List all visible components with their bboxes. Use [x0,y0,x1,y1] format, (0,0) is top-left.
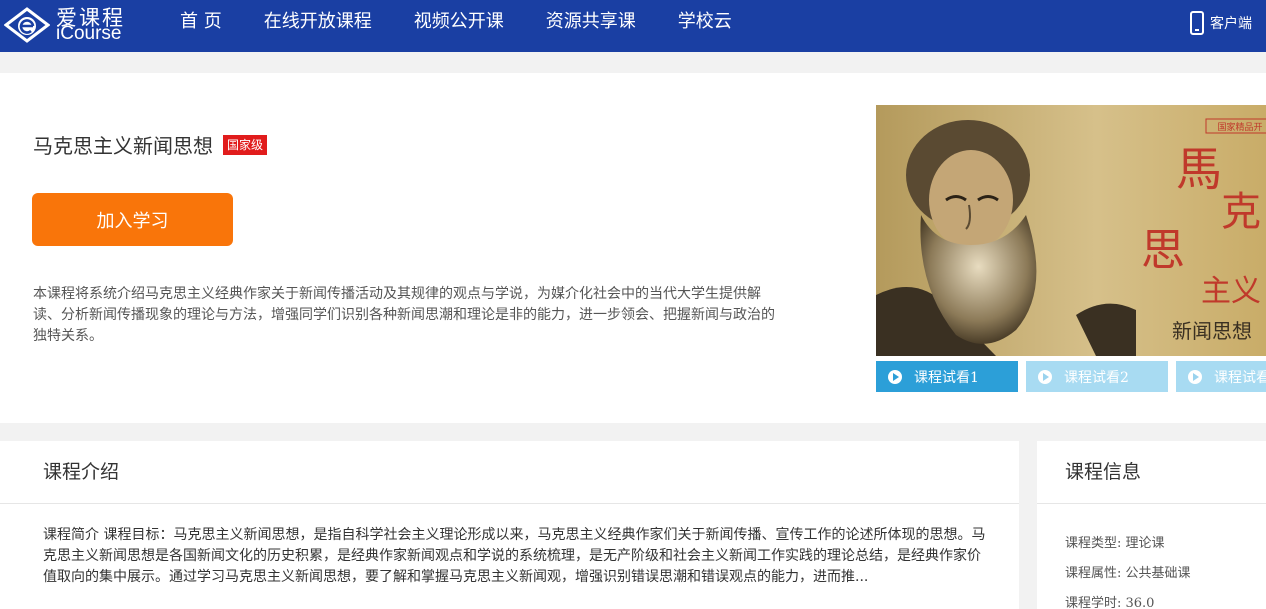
phone-icon [1190,11,1204,35]
top-navbar: 爱课程 iCourse 首 页 在线开放课程 视频公开课 资源共享课 学校云 客… [0,0,1266,52]
cover-callig-1: 馬 [1176,142,1222,196]
main-nav: 首 页 在线开放课程 视频公开课 资源共享课 学校云 [180,0,774,52]
intro-text: 课程简介 课程目标：马克思主义新闻思想，是指自科学社会主义理论形成以来，马克思主… [43,527,986,585]
cover-callig-3: 思 [1141,225,1185,276]
cover-callig-2: 克 [1221,189,1261,235]
intro-heading: 课程介绍 [0,441,1019,504]
marx-portrait-image: 国家精品开 馬 克 思 主义 新闻思想 [876,105,1266,356]
trial-tab-3[interactable]: 课程试看3 [1176,361,1266,392]
nav-video-open-courses[interactable]: 视频公开课 [414,0,504,52]
logo-text-en: iCourse [56,23,122,44]
play-icon [888,369,902,384]
course-description: 本课程将系统介绍马克思主义经典作家关于新闻传播活动及其规律的观点与学说，为媒介化… [33,286,775,344]
info-course-attribute: 课程属性: 公共基础课 [1065,566,1191,581]
course-title-row: 马克思主义新闻思想 国家级 [33,130,268,159]
course-cover-image[interactable]: 国家精品开 馬 克 思 主义 新闻思想 [876,105,1266,356]
play-icon [1038,369,1052,384]
info-heading: 课程信息 [1037,441,1266,504]
nav-online-courses[interactable]: 在线开放课程 [264,0,372,52]
info-course-hours: 课程学时: 36.0 [1065,596,1155,609]
trial-label-3: 课程试看3 [1214,369,1266,386]
course-intro-panel: 课程介绍 课程简介 课程目标：马克思主义新闻思想，是指自科学社会主义理论形成以来… [0,441,1019,609]
nav-resource-sharing[interactable]: 资源共享课 [546,0,636,52]
client-download-link[interactable]: 客户端 [1190,10,1252,36]
trial-tab-2[interactable]: 课程试看2 [1026,361,1168,392]
join-course-button[interactable]: 加入学习 [32,193,233,246]
trial-tab-1[interactable]: 课程试看1 [876,361,1018,392]
nav-home[interactable]: 首 页 [180,0,222,52]
course-info-panel: 课程信息 课程类型: 理论课 课程属性: 公共基础课 课程学时: 36.0 [1037,441,1266,609]
cover-caption: 新闻思想 [1172,319,1252,343]
play-icon [1188,369,1202,384]
course-summary-panel: 马克思主义新闻思想 国家级 加入学习 本课程将系统介绍马克思主义经典作家关于新闻… [0,73,1266,423]
icourse-logo[interactable]: 爱课程 iCourse [4,2,134,48]
trial-label-1: 课程试看1 [914,369,979,386]
cover-stamp-text: 国家精品开 [1217,121,1262,133]
client-label: 客户端 [1210,16,1252,32]
nav-school-cloud[interactable]: 学校云 [678,0,732,52]
national-level-badge: 国家级 [223,134,268,155]
trial-label-2: 课程试看2 [1064,369,1129,386]
info-course-type: 课程类型: 理论课 [1065,536,1165,551]
cover-callig-4: 主义 [1201,274,1261,309]
course-title: 马克思主义新闻思想 [33,134,213,158]
logo-e-icon [4,7,50,43]
info-list: 课程类型: 理论课 课程属性: 公共基础课 课程学时: 36.0 [1065,529,1191,609]
